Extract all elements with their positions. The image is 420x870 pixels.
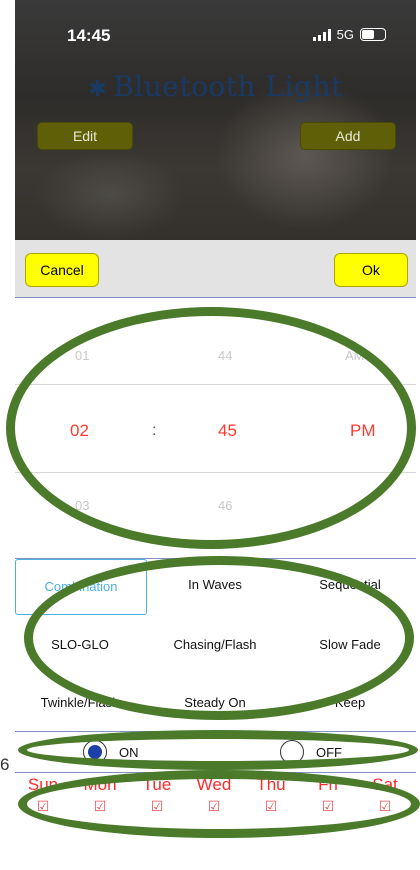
mode-steady-on[interactable]: Steady On xyxy=(150,677,280,729)
battery-icon xyxy=(360,28,386,41)
checkbox-icon[interactable]: ☑ xyxy=(15,798,71,815)
bluetooth-icon: ✱ xyxy=(88,77,108,102)
day-sat[interactable]: Sat ☑ xyxy=(357,775,413,815)
add-button[interactable]: Add xyxy=(300,122,396,150)
app-header: 14:45 5G ✱ Bluetooth Light Edit Add xyxy=(15,0,416,240)
on-label: ON xyxy=(119,745,139,760)
power-toggle: ON OFF xyxy=(15,732,416,773)
checkbox-icon[interactable]: ☑ xyxy=(186,798,242,815)
mode-chasing-flash[interactable]: Chasing/Flash xyxy=(150,619,280,671)
action-bar: Cancel Ok xyxy=(15,240,416,298)
status-time: 14:45 xyxy=(67,26,111,45)
network-label: 5G xyxy=(336,27,354,42)
mode-grid: Combination In Waves Sequential SLO-GLO … xyxy=(15,558,416,732)
ampm-prev[interactable]: AM xyxy=(345,348,365,363)
mode-combination[interactable]: Combination xyxy=(15,559,147,615)
off-label: OFF xyxy=(316,745,342,760)
hour-next[interactable]: 03 xyxy=(75,498,89,513)
mode-sequential[interactable]: Sequential xyxy=(285,559,415,611)
day-sun[interactable]: Sun ☑ xyxy=(15,775,71,815)
off-radio[interactable] xyxy=(280,740,304,764)
cancel-button[interactable]: Cancel xyxy=(25,253,99,287)
checkbox-icon[interactable]: ☑ xyxy=(243,798,299,815)
edit-button[interactable]: Edit xyxy=(37,122,133,150)
day-thu[interactable]: Thu ☑ xyxy=(243,775,299,815)
day-tue[interactable]: Tue ☑ xyxy=(129,775,185,815)
minute-selected[interactable]: 45 xyxy=(218,421,237,441)
day-mon[interactable]: Mon ☑ xyxy=(72,775,128,815)
picker-divider xyxy=(15,472,416,473)
mode-in-waves[interactable]: In Waves xyxy=(150,559,280,611)
checkbox-icon[interactable]: ☑ xyxy=(129,798,185,815)
mode-twinkle-flash[interactable]: Twinkle/Flash xyxy=(15,677,145,729)
checkbox-icon[interactable]: ☑ xyxy=(357,798,413,815)
picker-divider xyxy=(15,384,416,385)
background-glow xyxy=(35,150,185,240)
signal-icon xyxy=(312,28,331,41)
time-separator: : xyxy=(152,422,157,439)
minute-prev[interactable]: 44 xyxy=(218,348,232,363)
day-fri[interactable]: Fri ☑ xyxy=(300,775,356,815)
app-title: ✱ Bluetooth Light xyxy=(15,70,416,103)
hour-prev[interactable]: 01 xyxy=(75,348,89,363)
app-title-text: Bluetooth Light xyxy=(113,70,343,103)
time-picker[interactable]: 01 44 AM 02 : 45 PM 03 46 xyxy=(15,298,416,548)
ok-button[interactable]: Ok xyxy=(334,253,408,287)
checkbox-icon[interactable]: ☑ xyxy=(300,798,356,815)
hour-selected[interactable]: 02 xyxy=(70,421,89,441)
checkbox-icon[interactable]: ☑ xyxy=(72,798,128,815)
mode-keep[interactable]: Keep xyxy=(285,677,415,729)
mode-slo-glo[interactable]: SLO-GLO xyxy=(15,619,145,671)
on-radio[interactable] xyxy=(83,740,107,764)
status-indicators: 5G xyxy=(312,27,386,42)
stray-text: 6 xyxy=(0,755,10,774)
weekday-selector: Sun ☑ Mon ☑ Tue ☑ Wed ☑ Thu ☑ Fri ☑ Sat ☑ xyxy=(15,775,416,835)
day-wed[interactable]: Wed ☑ xyxy=(186,775,242,815)
minute-next[interactable]: 46 xyxy=(218,498,232,513)
mode-slow-fade[interactable]: Slow Fade xyxy=(285,619,415,671)
ampm-selected[interactable]: PM xyxy=(350,421,376,441)
